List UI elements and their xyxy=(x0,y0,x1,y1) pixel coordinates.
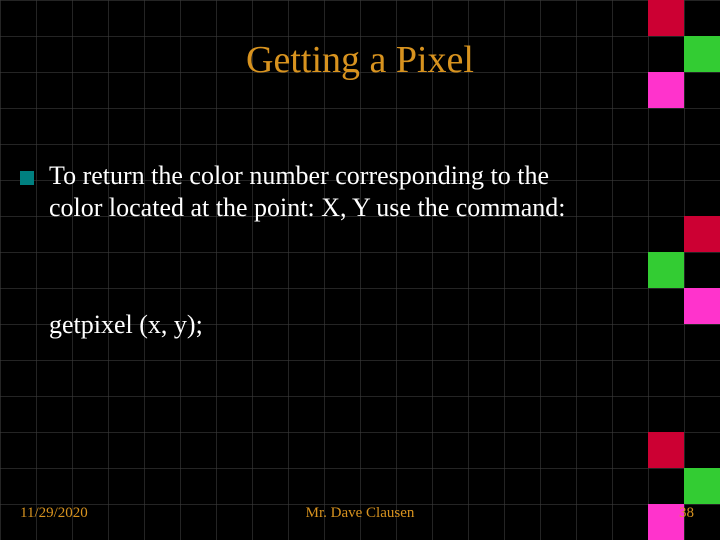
footer-page: 38 xyxy=(679,505,694,522)
deco-square-magenta-icon xyxy=(684,288,720,324)
body-paragraph: To return the color number corresponding… xyxy=(49,160,604,223)
deco-square-red-icon xyxy=(648,0,684,36)
page-title: Getting a Pixel xyxy=(0,38,720,82)
deco-square-green-icon xyxy=(684,468,720,504)
deco-square-red-icon xyxy=(648,432,684,468)
footer-author: Mr. Dave Clausen xyxy=(0,505,720,522)
deco-square-red-icon xyxy=(684,216,720,252)
code-line: getpixel (x, y); xyxy=(49,310,203,340)
square-bullet-icon xyxy=(20,171,34,185)
deco-square-green-icon xyxy=(648,252,684,288)
